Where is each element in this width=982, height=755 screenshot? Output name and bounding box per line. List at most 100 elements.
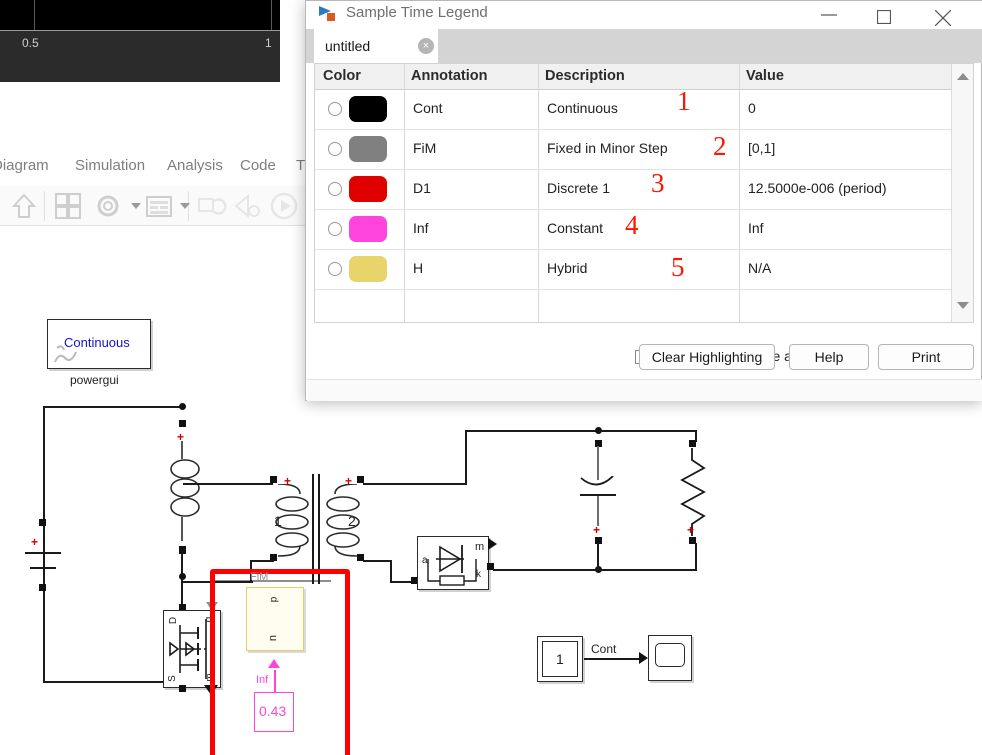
menu-analysis[interactable]: Analysis [167, 157, 223, 174]
run-icon[interactable] [268, 190, 300, 222]
diode-measurement-arrow-icon [488, 538, 497, 550]
scroll-down-arrow-icon[interactable] [957, 302, 969, 309]
sample-time-table[interactable]: Color Annotation Description Value Cont … [314, 63, 974, 323]
wire [363, 560, 391, 562]
annotation-marker: 1 [677, 86, 691, 116]
help-button[interactable]: Help [789, 344, 869, 370]
maximize-icon[interactable] [862, 1, 908, 29]
sample-time-legend-dialog[interactable]: Sample Time Legend untitled × Color Anno… [305, 0, 982, 401]
diode-port-a: a [422, 555, 428, 566]
transformer-winding-1-label: 1 [274, 513, 282, 529]
print-button[interactable]: Print [878, 344, 974, 370]
wire [43, 406, 183, 408]
cell-description: Continuous [547, 100, 618, 116]
row-radio-button[interactable] [328, 102, 342, 116]
sample-time-label-inf: Inf [256, 674, 269, 686]
minimize-icon[interactable] [806, 1, 852, 29]
table-header-row: Color Annotation Description Value [315, 64, 951, 90]
chevron-down-icon[interactable] [180, 203, 190, 209]
cell-annotation: Cont [413, 100, 443, 116]
capacitor-curved-plate [580, 476, 614, 486]
column-divider [404, 64, 405, 322]
tab-untitled[interactable]: untitled × [314, 29, 438, 63]
cell-annotation: FiM [413, 140, 437, 156]
clear-highlighting-button[interactable]: Clear Highlighting [639, 344, 775, 370]
dialog-titlebar[interactable]: Sample Time Legend [306, 1, 982, 29]
row-radio-button[interactable] [328, 262, 342, 276]
cell-annotation: Inf [413, 220, 429, 236]
cell-value: N/A [748, 260, 772, 276]
row-radio-button[interactable] [328, 142, 342, 156]
block-scope[interactable] [648, 635, 692, 681]
up-arrow-icon[interactable] [8, 190, 40, 222]
chevron-down-icon[interactable] [131, 203, 141, 209]
row-divider [315, 249, 951, 250]
cell-annotation: D1 [413, 180, 431, 196]
menu-diagram[interactable]: Diagram [0, 157, 49, 174]
source-long-plate [25, 552, 61, 554]
wire [181, 553, 183, 575]
model-explorer-icon[interactable] [143, 190, 175, 222]
wire [695, 543, 697, 570]
table-vertical-scrollbar[interactable] [951, 64, 973, 322]
scroll-up-arrow-icon[interactable] [957, 73, 969, 80]
row-radio-button[interactable] [328, 182, 342, 196]
subsystem-icon[interactable] [52, 190, 84, 222]
transformer-secondary-symbol [326, 484, 360, 557]
inf-arrow-icon [268, 659, 280, 668]
mosfet-port-d: D [168, 616, 180, 625]
port [179, 546, 186, 553]
sample-time-label-cont: Cont [591, 642, 617, 656]
wire [465, 430, 601, 432]
annotation-marker: 2 [713, 131, 727, 161]
block-fim[interactable]: p n [246, 587, 304, 651]
row-radio-button[interactable] [328, 222, 342, 236]
annotation-marker: 3 [651, 168, 665, 198]
cell-value: Inf [748, 220, 764, 236]
wire [183, 483, 273, 485]
transformer-core-line [312, 474, 314, 584]
block-powergui[interactable]: Continuous [47, 319, 151, 369]
block-constant-one[interactable]: 1 [537, 636, 583, 682]
cell-value: [0,1] [748, 140, 776, 156]
port [179, 420, 186, 427]
cell-value: 0 [748, 100, 756, 116]
port [39, 519, 46, 526]
wire [597, 496, 599, 526]
menu-tools[interactable]: T [296, 157, 305, 174]
diode-port-k: k [476, 569, 481, 580]
wire [597, 543, 599, 570]
tab-close-icon[interactable]: × [418, 38, 434, 54]
wire [493, 569, 697, 571]
port [179, 685, 186, 692]
scope-plot-area [0, 0, 280, 30]
scope-window [0, 0, 280, 30]
block-diode[interactable]: a m k [417, 536, 489, 590]
block-constant-inf[interactable]: 0.43 [254, 692, 294, 732]
source-short-plate [30, 567, 56, 570]
wire [465, 430, 467, 485]
transformer-winding-2-label: 2 [348, 513, 356, 529]
fast-restart-icon[interactable] [232, 190, 264, 222]
menu-simulation[interactable]: Simulation [75, 157, 145, 174]
update-diagram-icon[interactable] [196, 190, 228, 222]
row-divider [315, 169, 951, 170]
port [39, 584, 46, 591]
dialog-footer-strip [307, 379, 982, 401]
screen: 0.5 1 5 Diagram Simulation Analysis Code… [0, 0, 982, 755]
mosfet-port-s: S [166, 675, 178, 682]
column-divider [739, 64, 740, 322]
cell-description: Hybrid [547, 260, 588, 276]
wire [43, 406, 45, 682]
inductor-symbol [170, 441, 200, 541]
close-icon[interactable] [920, 1, 966, 29]
cell-description: Discrete 1 [547, 180, 611, 196]
wire [599, 430, 697, 432]
fim-port-p: p [268, 596, 280, 603]
gear-icon[interactable] [92, 190, 124, 222]
column-header-color[interactable]: Color [323, 68, 361, 84]
menu-code[interactable]: Code [240, 157, 276, 174]
column-header-annotation[interactable]: Annotation [411, 68, 488, 84]
column-header-description[interactable]: Description [545, 68, 625, 84]
column-header-value[interactable]: Value [746, 68, 784, 84]
